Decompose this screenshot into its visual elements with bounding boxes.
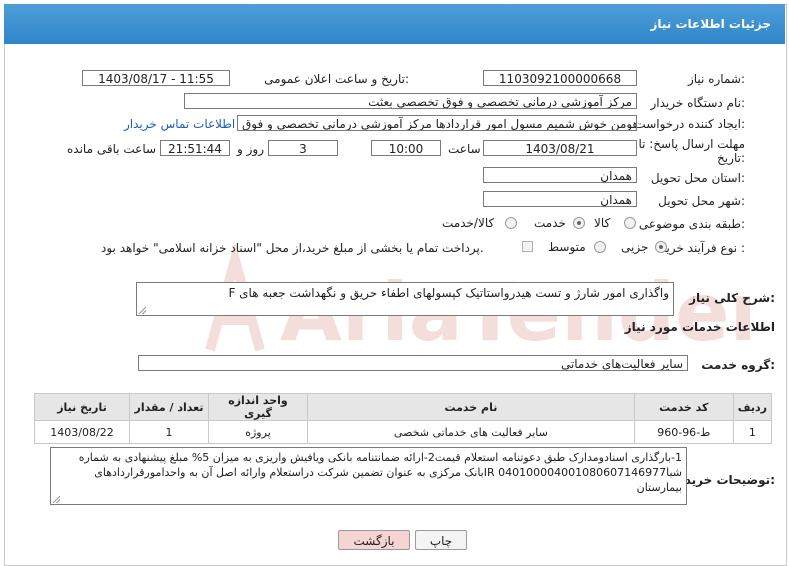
process-radio-medium[interactable] — [594, 241, 606, 253]
cell-row: 1 — [732, 420, 773, 444]
deadline-date-field[interactable]: 1403/08/21 — [483, 140, 637, 156]
buyer-notes-label: توضیحات خریدار: — [673, 473, 775, 487]
deadline-label: مهلت ارسال پاسخ: تا — [638, 137, 745, 151]
panel-title: جزئیات اطلاعات نیاز — [650, 17, 771, 31]
process-option-medium: متوسط — [548, 240, 586, 254]
category-radio-service[interactable] — [573, 217, 585, 229]
deadline-label-date: تاریخ: — [717, 151, 745, 165]
col-service-code: کد خدمت — [633, 393, 734, 421]
category-radio-goods-service[interactable] — [505, 217, 517, 229]
category-label: طبقه بندی موضوعی: — [638, 217, 745, 231]
buyer-org-field[interactable]: مرکز آموزشي درماني تخصصي و فوق تخصصي بعث… — [184, 93, 637, 109]
remaining-time-field[interactable]: 21:51:44 — [160, 140, 230, 156]
service-group-field[interactable]: سایر فعالیت‌های خدماتی — [138, 355, 688, 371]
deadline-time-label: ساعت — [448, 142, 481, 156]
process-option-minor: جزیی — [621, 240, 649, 254]
process-label: نوع فرآیند خرید : — [660, 241, 745, 255]
cell-need-date: 1403/08/22 — [34, 420, 130, 444]
col-service-name: نام خدمت — [307, 393, 635, 421]
treasury-payment-checkbox[interactable] — [522, 241, 533, 252]
services-section-title: اطلاعات خدمات مورد نیاز — [624, 320, 775, 334]
cell-service-name: سایر فعالیت های خدماتی شخصی — [307, 420, 635, 444]
need-number-field[interactable]: 1103092100000668 — [483, 70, 637, 86]
resize-grip-icon[interactable] — [53, 496, 60, 503]
back-button[interactable]: بازگشت — [338, 530, 410, 550]
category-option-service: خدمت — [534, 216, 566, 230]
days-remaining-field[interactable]: 3 — [268, 140, 338, 156]
col-row: ردیف — [732, 393, 773, 421]
cell-service-code: ط-96-960 — [633, 420, 734, 444]
cell-quantity: 1 — [129, 420, 209, 444]
announce-label: تاریخ و ساعت اعلان عمومی: — [264, 72, 409, 86]
province-label: استان محل تحویل: — [650, 171, 745, 185]
services-table: تاریخ نیاز تعداد / مقدار واحد اندازه گیر… — [34, 393, 773, 444]
city-field[interactable]: همدان — [483, 191, 637, 207]
summary-textarea[interactable]: واگذاری امور شارژ و تست هیدرواستاتیک کپس… — [136, 282, 674, 316]
resize-grip-icon[interactable] — [139, 307, 146, 314]
process-radio-minor[interactable] — [655, 241, 667, 253]
remaining-time-label: ساعت باقی مانده — [67, 142, 157, 156]
buyer-contact-link[interactable]: اطلاعات تماس خریدار — [124, 117, 235, 131]
requester-field[interactable]: هومن خوش شمیم مسول امور قراردادها مرکز آ… — [237, 115, 637, 131]
service-group-label: گروه خدمت: — [701, 358, 775, 372]
print-button[interactable]: چاپ — [415, 530, 467, 550]
deadline-time-field[interactable]: 10:00 — [371, 140, 441, 156]
treasury-payment-note: پرداخت تمام یا بخشی از مبلغ خرید،از محل … — [101, 241, 484, 255]
days-label: روز و — [237, 142, 264, 156]
summary-text: واگذاری امور شارژ و تست هیدرواستاتیک کپس… — [228, 286, 669, 300]
buyer-org-label: نام دستگاه خریدار: — [650, 96, 746, 110]
category-radio-goods[interactable] — [624, 217, 636, 229]
panel-header: جزئیات اطلاعات نیاز — [4, 4, 785, 44]
table-header-row: تاریخ نیاز تعداد / مقدار واحد اندازه گیر… — [34, 393, 773, 421]
col-need-date: تاریخ نیاز — [34, 393, 130, 421]
announce-field[interactable]: 1403/08/17 - 11:55 — [82, 70, 230, 86]
category-option-goods: کالا — [594, 216, 611, 230]
col-unit: واحد اندازه گیری — [208, 393, 308, 421]
city-label: شهر محل تحویل: — [658, 194, 745, 208]
need-number-label: شماره نیاز: — [687, 72, 745, 86]
buyer-notes-textarea[interactable]: 1-بارگذاری اسنادومدارک طبق دعوتنامه استع… — [50, 447, 687, 505]
province-field[interactable]: همدان — [483, 167, 637, 183]
summary-label: شرح کلی نیاز: — [689, 291, 775, 305]
category-option-goods-service: کالا/خدمت — [442, 216, 495, 230]
col-quantity: تعداد / مقدار — [129, 393, 209, 421]
table-row[interactable]: 1403/08/22 1 پروژه سایر فعالیت های خدمات… — [34, 420, 773, 444]
requester-label: ایجاد کننده درخواست: — [634, 117, 745, 131]
buyer-notes-text: 1-بارگذاری اسنادومدارک طبق دعوتنامه استع… — [78, 451, 682, 494]
cell-unit: پروژه — [208, 420, 308, 444]
